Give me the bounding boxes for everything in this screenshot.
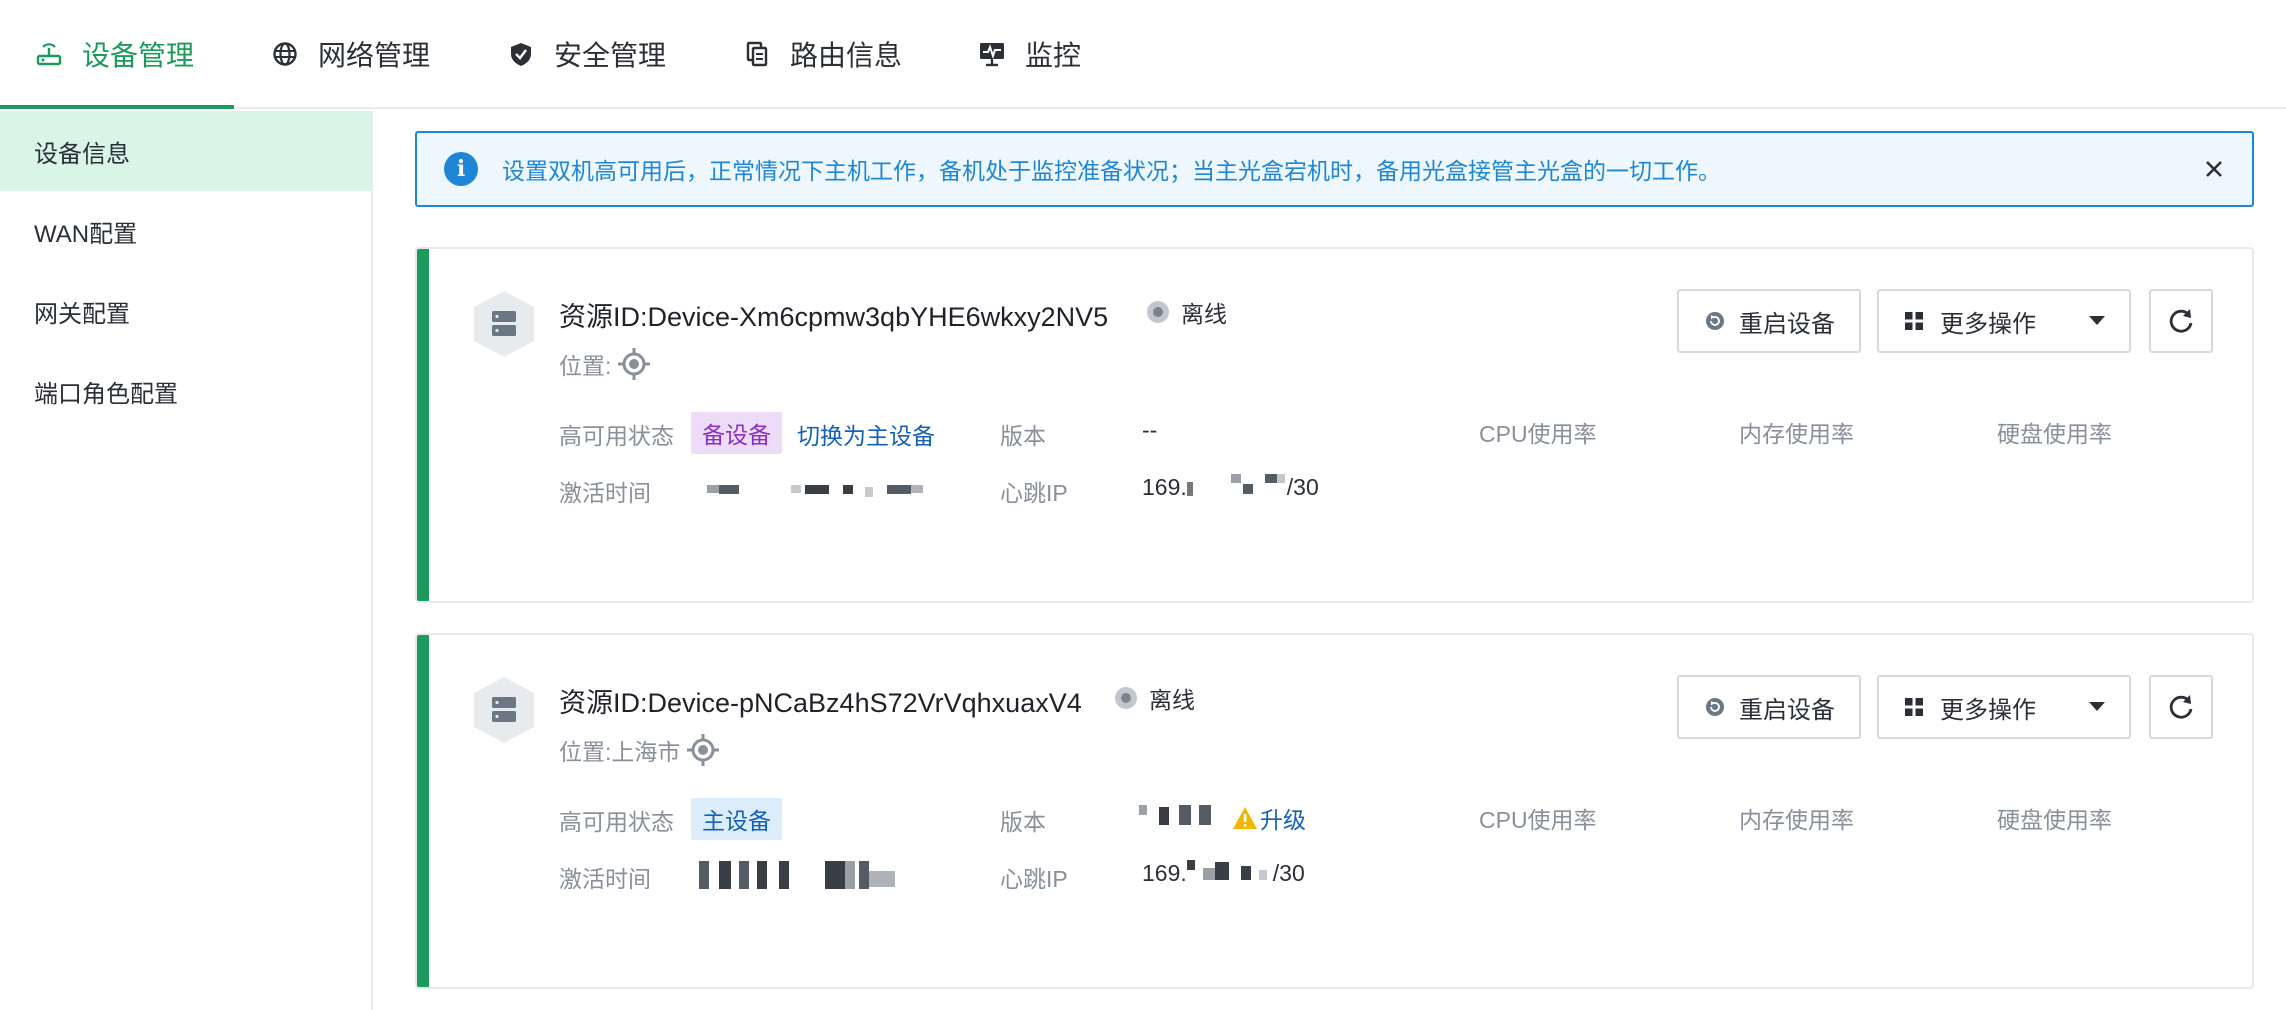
heartbeat-ip-label: 心跳IP [1000, 480, 1068, 506]
sidebar-item-label: 网关配置 [34, 300, 130, 328]
tab-route-info[interactable]: 路由信息 [742, 0, 902, 108]
cpu-usage-label: CPU使用率 [1479, 807, 1597, 833]
heartbeat-ip-prefix: 169. [1142, 474, 1187, 500]
ha-status-label: 高可用状态 [559, 809, 674, 835]
tab-label: 路由信息 [790, 40, 903, 71]
location-text: 位置:上海市 [559, 739, 681, 765]
restart-icon [1706, 698, 1724, 716]
router-icon [34, 39, 64, 69]
version-label: 版本 [1000, 423, 1046, 449]
heartbeat-ip-suffix: /30 [1286, 474, 1319, 500]
version-value-redacted [1139, 803, 1215, 827]
restart-icon [1706, 312, 1724, 330]
locate-icon[interactable] [617, 347, 651, 381]
heartbeat-ip-redacted [1186, 860, 1273, 884]
sidebar-item-device-info[interactable]: 设备信息 [0, 111, 371, 191]
status-badge: 离线 [1115, 681, 1195, 715]
restart-device-button[interactable]: 重启设备 [1677, 675, 1861, 739]
alert-text: 设置双机高可用后，正常情况下主机工作，备机处于监控准备状况；当主光盒宕机时，备用… [502, 158, 1721, 184]
resource-id: 资源ID:Device-pNCaBz4hS72VrVqhxuaxV4 [559, 688, 1082, 718]
disk-usage-label: 硬盘使用率 [1997, 807, 2112, 833]
card-accent-stripe [417, 249, 429, 601]
switch-to-main-link[interactable]: 切换为主设备 [797, 417, 935, 451]
activation-time-label: 激活时间 [559, 866, 651, 892]
sidebar: 设备信息 WAN配置 网关配置 端口角色配置 [0, 111, 373, 1010]
activation-time-redacted [699, 861, 939, 889]
route-icon [742, 39, 772, 69]
sidebar-item-label: 设备信息 [34, 140, 130, 168]
tab-device-management[interactable]: 设备管理 [0, 0, 235, 109]
offline-icon [1147, 301, 1169, 323]
resource-id: 资源ID:Device-Xm6cpmw3qbYHE6wkxy2NV5 [559, 302, 1109, 332]
caret-down-icon [2089, 316, 2105, 325]
restart-button-label: 重启设备 [1739, 310, 1835, 338]
caret-down-icon [2089, 702, 2105, 711]
memory-usage-label: 内存使用率 [1739, 807, 1854, 833]
refresh-icon [2169, 695, 2193, 719]
monitor-icon [977, 39, 1007, 69]
top-navigation: 设备管理 网络管理 安全管理 路由信息 监控 [0, 0, 2286, 109]
tab-label: 设备管理 [82, 40, 195, 71]
memory-usage-label: 内存使用率 [1739, 421, 1854, 447]
heartbeat-ip-label: 心跳IP [1000, 866, 1068, 892]
globe-icon [270, 39, 300, 69]
ha-status-label: 高可用状态 [559, 423, 674, 449]
heartbeat-ip-value: 169. /30 [1142, 860, 1305, 887]
shield-icon [506, 39, 536, 69]
heartbeat-ip-suffix: /30 [1272, 860, 1305, 886]
location: 位置:上海市 [559, 733, 720, 767]
status-text: 离线 [1149, 687, 1195, 713]
more-actions-dropdown[interactable]: 更多操作 [1877, 675, 2131, 739]
status-badge: 离线 [1147, 295, 1227, 329]
refresh-button[interactable] [2149, 675, 2213, 739]
info-alert: i 设置双机高可用后，正常情况下主机工作，备机处于监控准备状况；当主光盒宕机时，… [415, 131, 2254, 207]
tab-label: 监控 [1025, 40, 1082, 71]
sidebar-item-gateway-config[interactable]: 网关配置 [0, 271, 371, 351]
main-device-tag: 主设备 [691, 798, 782, 840]
restart-button-label: 重启设备 [1739, 696, 1835, 724]
device-card: 资源ID:Device-pNCaBz4hS72VrVqhxuaxV4 离线 位置… [415, 633, 2254, 989]
more-button-label: 更多操作 [1940, 696, 2036, 724]
locate-icon[interactable] [686, 733, 720, 767]
more-button-label: 更多操作 [1940, 310, 2036, 338]
sidebar-item-port-role-config[interactable]: 端口角色配置 [0, 351, 371, 431]
server-icon [474, 291, 534, 357]
close-icon[interactable] [2196, 151, 2232, 187]
sidebar-item-label: 端口角色配置 [34, 380, 178, 408]
more-actions-dropdown[interactable]: 更多操作 [1877, 289, 2131, 353]
sidebar-item-label: WAN配置 [34, 220, 138, 248]
activation-time-redacted [707, 481, 927, 499]
restart-device-button[interactable]: 重启设备 [1677, 289, 1861, 353]
location: 位置: [559, 347, 651, 381]
backup-device-tag: 备设备 [691, 412, 782, 454]
sidebar-item-wan-config[interactable]: WAN配置 [0, 191, 371, 271]
heartbeat-ip-prefix: 169. [1142, 860, 1187, 886]
upgrade-link-label: 升级 [1260, 807, 1306, 833]
refresh-button[interactable] [2149, 289, 2213, 353]
tab-label: 网络管理 [318, 40, 431, 71]
refresh-icon [2169, 309, 2193, 333]
tab-network-management[interactable]: 网络管理 [270, 0, 430, 108]
info-icon: i [444, 152, 478, 186]
offline-icon [1115, 687, 1137, 709]
version-label: 版本 [1000, 809, 1046, 835]
version-value: -- [1142, 417, 1158, 443]
status-text: 离线 [1181, 301, 1227, 327]
upgrade-link[interactable]: 升级 [1232, 801, 1306, 835]
grid-icon [1905, 312, 1923, 330]
tab-monitor[interactable]: 监控 [977, 0, 1081, 108]
disk-usage-label: 硬盘使用率 [1997, 421, 2112, 447]
warning-icon [1233, 807, 1257, 829]
grid-icon [1905, 698, 1923, 716]
tab-security-management[interactable]: 安全管理 [506, 0, 666, 108]
cpu-usage-label: CPU使用率 [1479, 421, 1597, 447]
heartbeat-ip-redacted [1186, 474, 1287, 498]
activation-time-label: 激活时间 [559, 480, 651, 506]
heartbeat-ip-value: 169. /30 [1142, 474, 1319, 501]
location-text: 位置: [559, 353, 612, 379]
server-icon [474, 677, 534, 743]
card-accent-stripe [417, 635, 429, 987]
tab-label: 安全管理 [554, 40, 667, 71]
device-card: 资源ID:Device-Xm6cpmw3qbYHE6wkxy2NV5 离线 位置… [415, 247, 2254, 603]
